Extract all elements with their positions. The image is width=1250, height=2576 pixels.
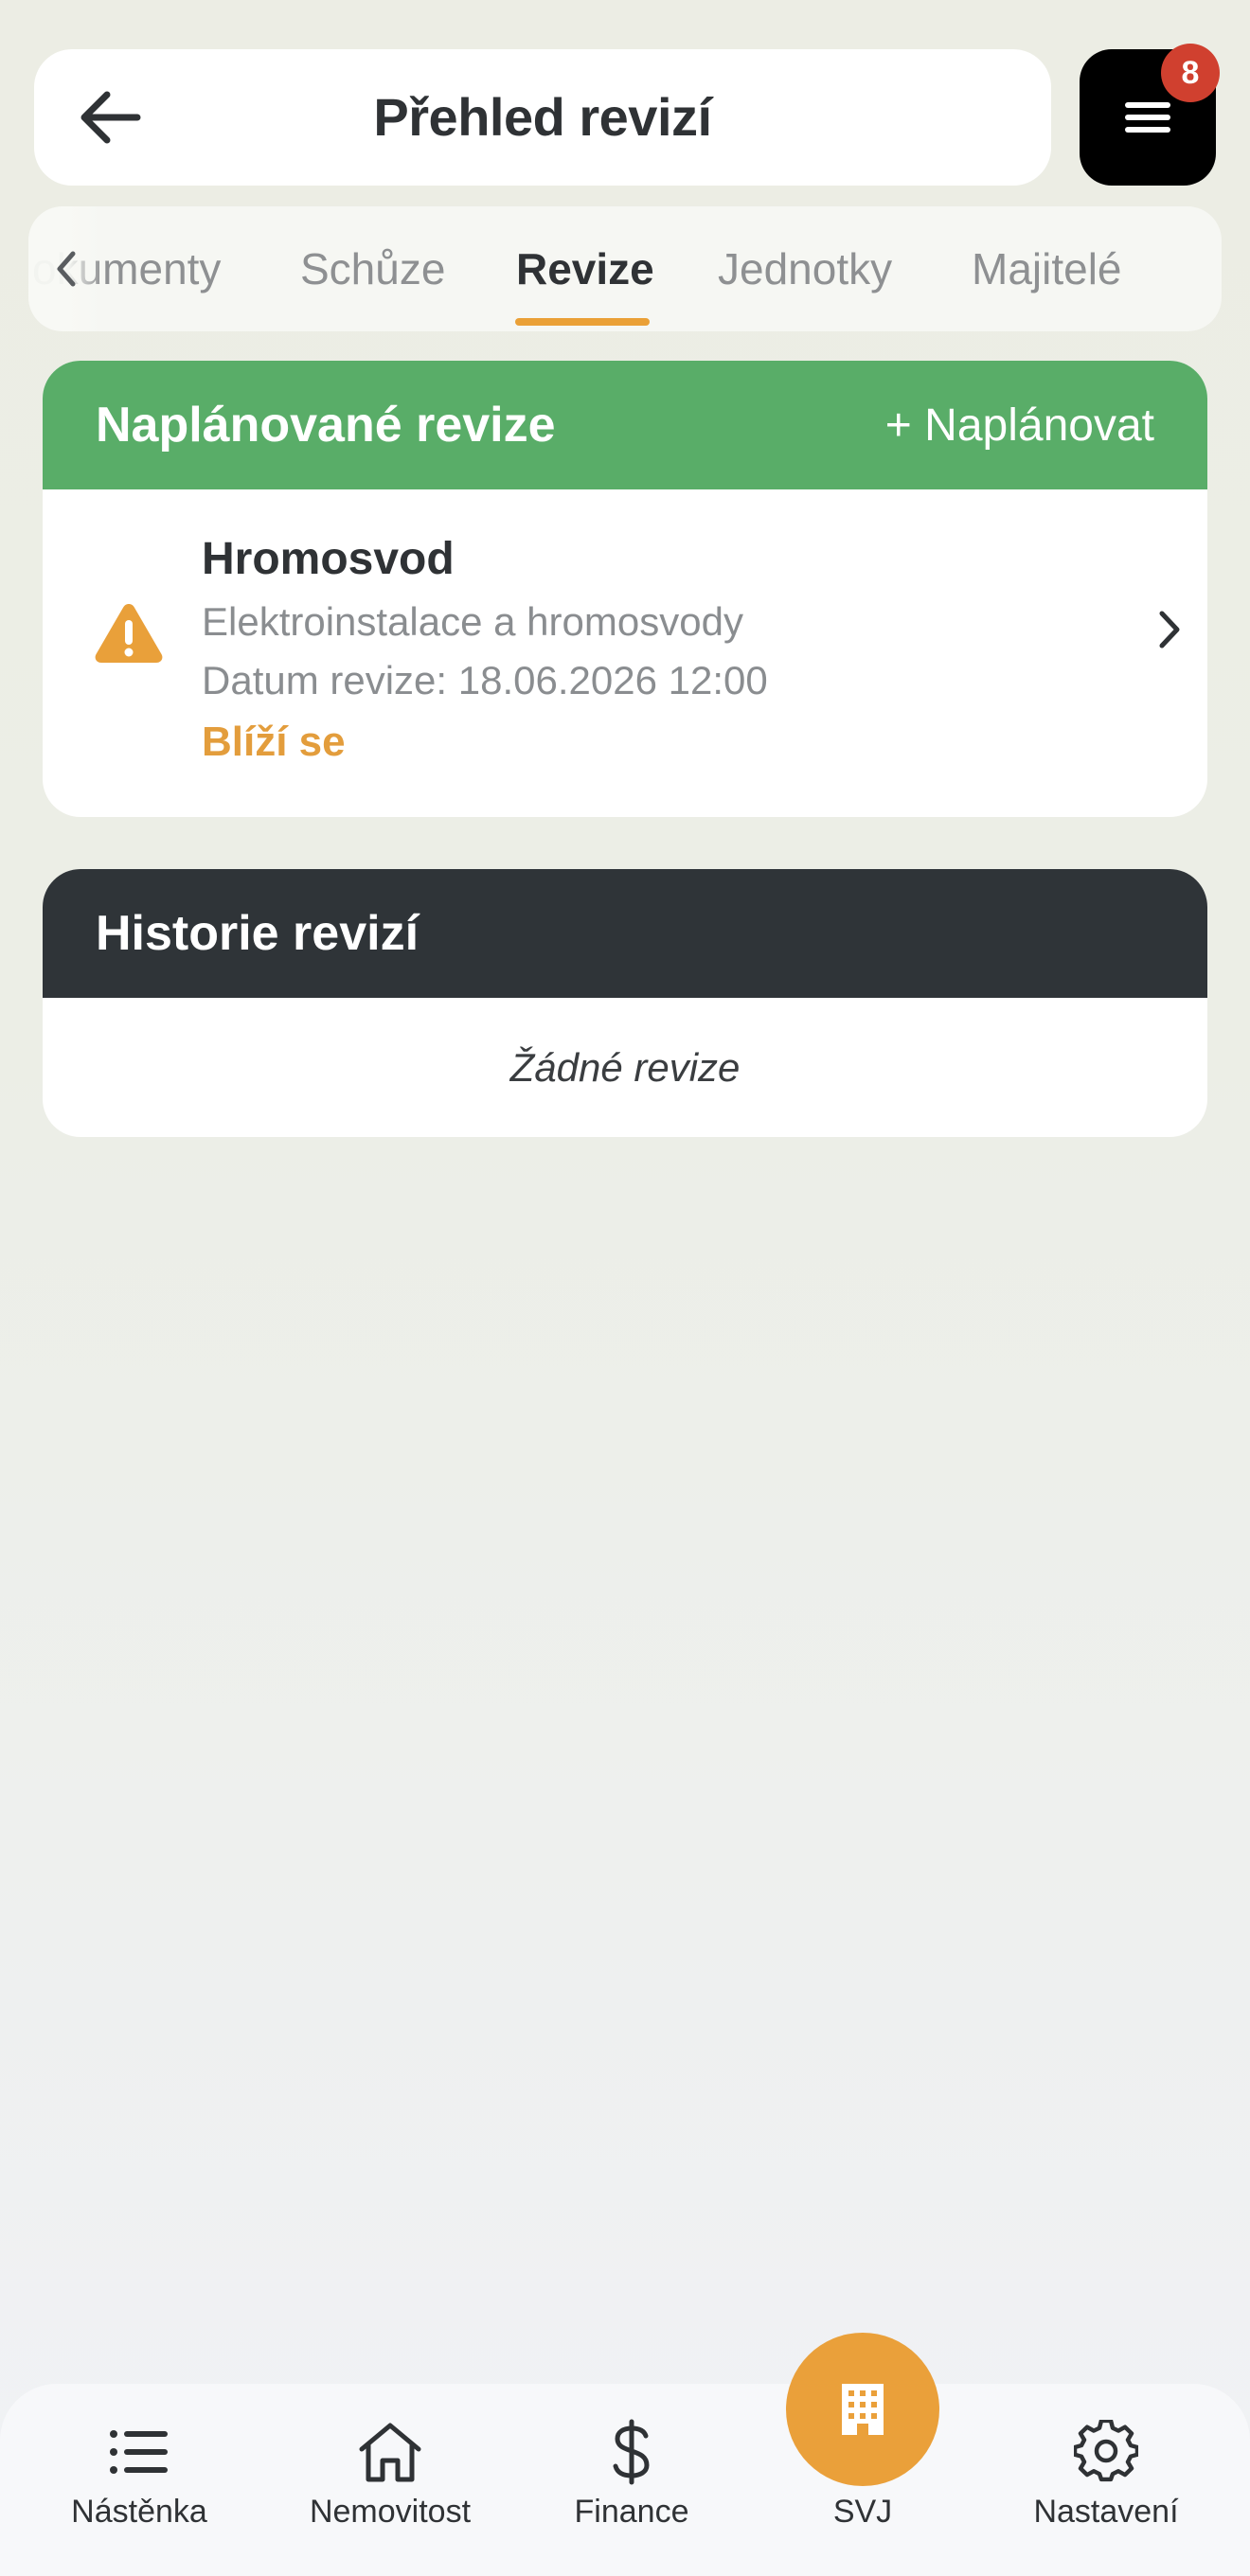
arrow-left-icon	[80, 91, 141, 144]
building-icon	[842, 2384, 884, 2435]
nav-item-nemovitost[interactable]: Nemovitost	[286, 2384, 494, 2576]
svj-fab-button[interactable]	[786, 2333, 939, 2486]
hamburger-icon	[1125, 102, 1170, 133]
warning-icon	[95, 604, 163, 663]
nav-label: Nastavení	[1033, 2494, 1179, 2530]
tab-revize[interactable]: Revize	[516, 206, 654, 331]
revision-list-item[interactable]: Hromosvod Elektroinstalace a hromosvody …	[43, 489, 1207, 817]
chevron-left-icon	[57, 251, 76, 287]
nav-item-finance[interactable]: Finance	[527, 2384, 736, 2576]
tabs-scroll-left-button[interactable]	[38, 240, 95, 297]
revision-category: Elektroinstalace a hromosvody	[202, 599, 743, 644]
back-button[interactable]	[72, 80, 148, 155]
page-title: Přehled revizí	[373, 87, 712, 147]
active-tab-indicator	[515, 318, 650, 326]
chevron-right-icon	[1159, 611, 1180, 648]
tab-majitele[interactable]: Majitelé	[972, 206, 1122, 331]
nav-label: Nástěnka	[71, 2494, 207, 2530]
revision-name: Hromosvod	[202, 534, 455, 584]
house-icon	[354, 2416, 426, 2488]
planned-revisions-title: Naplánované revize	[96, 398, 556, 453]
planned-revisions-header: Naplánované revize + Naplánovat	[43, 361, 1207, 489]
empty-state-text: Žádné revize	[509, 1045, 741, 1090]
notification-badge: 8	[1161, 44, 1220, 102]
revision-history-title: Historie revizí	[96, 906, 420, 961]
list-icon	[103, 2416, 175, 2488]
revision-history-header: Historie revizí	[43, 869, 1207, 998]
schedule-revision-button[interactable]: + Naplánovat	[885, 400, 1154, 452]
menu-button[interactable]: 8	[1080, 44, 1220, 186]
nav-item-nastenka[interactable]: Nástěnka	[35, 2384, 243, 2576]
nav-label: Nemovitost	[309, 2494, 472, 2530]
section-tabs: okumenty Schůze Revize Jednotky Majitelé	[28, 206, 1222, 331]
revision-status: Blíží se	[202, 719, 346, 765]
tab-jednotky[interactable]: Jednotky	[718, 206, 892, 331]
nav-label: Finance	[574, 2494, 689, 2530]
nav-item-nastaveni[interactable]: Nastavení	[1002, 2384, 1210, 2576]
gear-icon	[1070, 2416, 1142, 2488]
revision-date: Datum revize: 18.06.2026 12:00	[202, 658, 768, 702]
header-bar: Přehled revizí	[34, 49, 1051, 186]
planned-revisions-card: Naplánované revize + Naplánovat Hromosvo…	[43, 361, 1207, 817]
revision-history-card: Historie revizí Žádné revize	[43, 869, 1207, 1137]
tab-schuze[interactable]: Schůze	[300, 206, 445, 331]
dollar-icon	[596, 2416, 668, 2488]
bottom-navigation: Nástěnka Nemovitost Finance SVJ Nastaven…	[0, 2384, 1250, 2576]
nav-label: SVJ	[832, 2494, 893, 2530]
